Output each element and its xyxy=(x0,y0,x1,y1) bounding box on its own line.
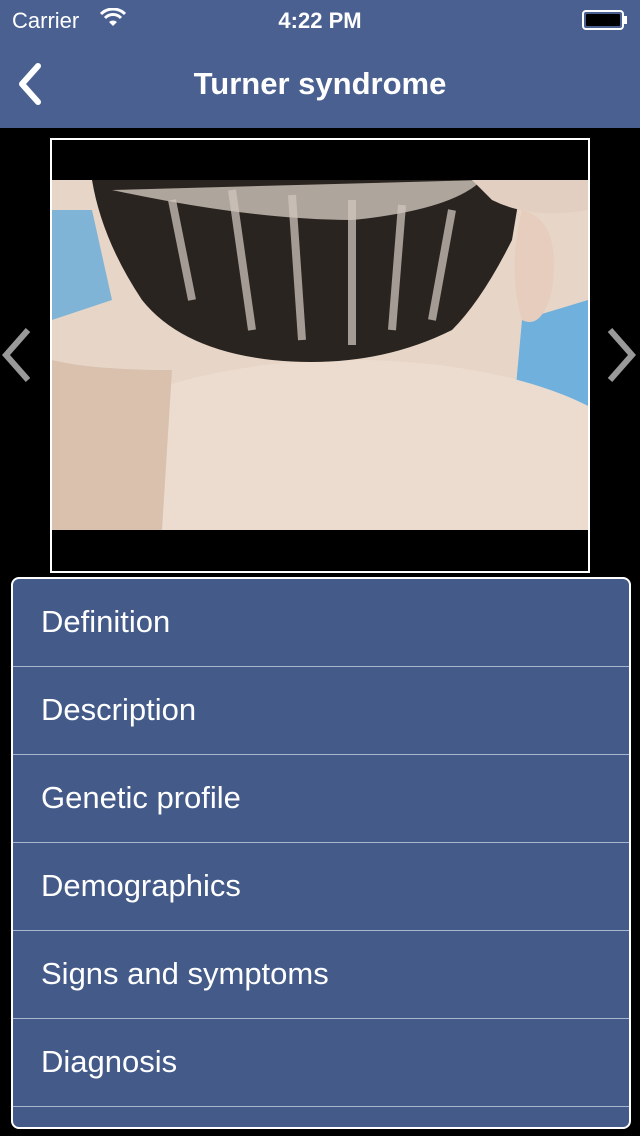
menu-item-genetic-profile[interactable]: Genetic profile xyxy=(13,755,629,843)
navigation-bar: Carrier 4:22 PM Turner syndrome xyxy=(0,0,640,128)
menu-item-demographics[interactable]: Demographics xyxy=(13,843,629,931)
menu-item-definition[interactable]: Definition xyxy=(13,579,629,667)
status-bar: Carrier 4:22 PM xyxy=(0,0,640,40)
status-time: 4:22 PM xyxy=(278,8,362,33)
neck-photo xyxy=(52,180,588,530)
menu-item-signs-and-symptoms[interactable]: Signs and symptoms xyxy=(13,931,629,1019)
page-title: Turner syndrome xyxy=(193,66,447,101)
menu-item-description[interactable]: Description xyxy=(13,667,629,755)
menu-item-diagnosis[interactable]: Diagnosis xyxy=(13,1019,629,1107)
battery-icon xyxy=(582,10,627,30)
photo-frame xyxy=(50,138,590,573)
back-button[interactable] xyxy=(12,60,48,108)
image-gallery xyxy=(0,128,640,576)
previous-image-button[interactable] xyxy=(0,324,36,386)
section-menu: Definition Description Genetic profile D… xyxy=(11,577,631,1129)
next-image-button[interactable] xyxy=(602,324,638,386)
